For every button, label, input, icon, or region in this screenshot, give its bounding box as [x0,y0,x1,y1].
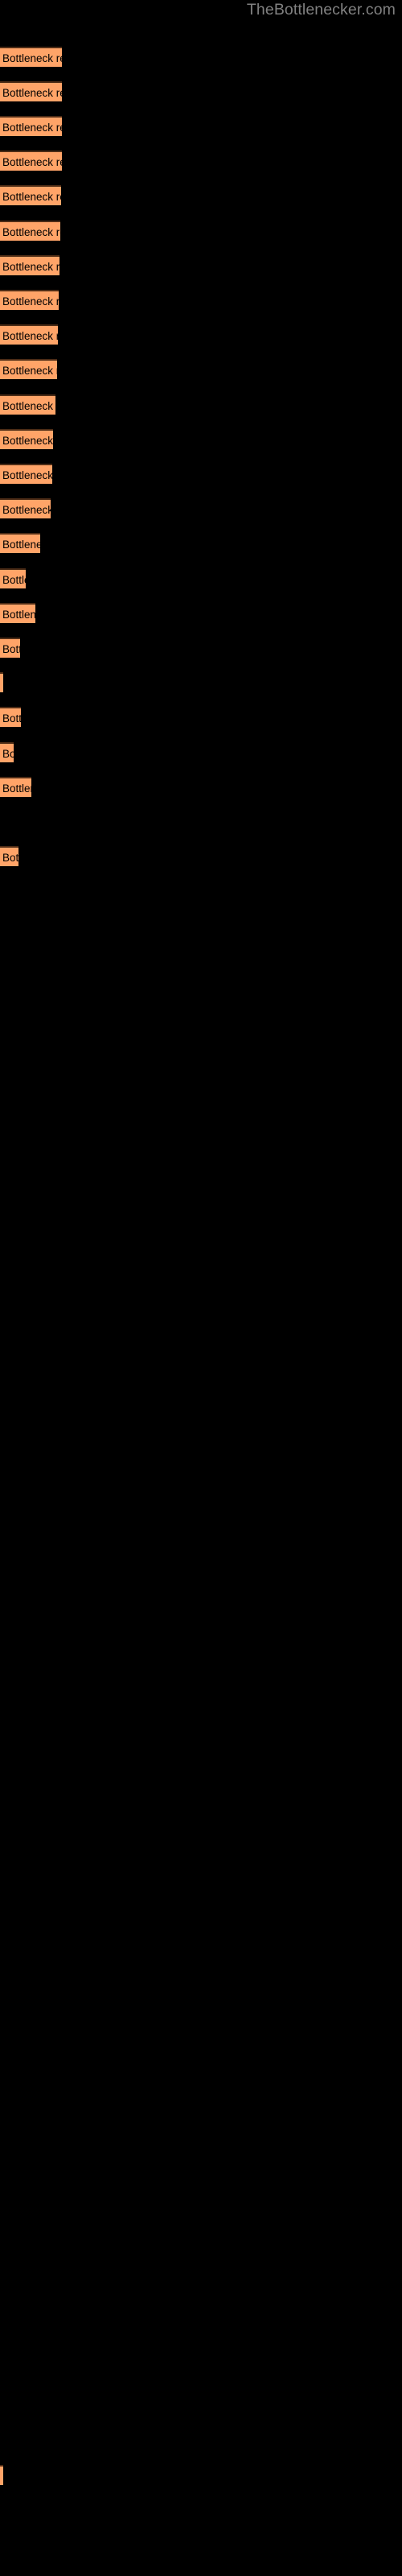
bar[interactable]: Bottleneck result [0,533,40,553]
bar[interactable]: Bottleneck result [0,255,59,275]
bar-label: Bottleneck result [2,156,62,168]
bar-label: Bottleneck result [2,435,53,447]
bar[interactable]: Bottleneck result [0,498,51,518]
bar[interactable]: Bottleneck result [0,359,57,379]
bar[interactable]: Bottleneck result [0,47,62,67]
bar-label: Bottleneck result [2,609,35,621]
bar-label: Bottleneck result [2,469,52,481]
bottleneck-bar-chart: TheBottlenecker.com Bottleneck resultBot… [0,0,402,2576]
bar[interactable]: Bottleneck result [0,221,60,241]
bar[interactable]: Bottleneck result [0,568,26,588]
bar[interactable]: Bottleneck result [0,324,58,345]
bar[interactable]: Bottleneck result [0,777,31,797]
bar[interactable]: Bottleneck result [0,185,61,205]
bar-label: Bottleneck result [2,87,62,99]
bar[interactable]: Bottleneck result [0,429,53,449]
bar[interactable]: Bottleneck result [0,394,55,415]
bar-label: Bottleneck result [2,365,57,377]
bar-label: Bottleneck result [2,539,40,551]
bars-layer: Bottleneck result Bottleneck result Bottle… [0,0,402,2576]
bar[interactable]: Bottleneck result [0,464,52,484]
bar[interactable]: Bottleneck result [0,151,62,171]
bar[interactable]: Bottleneck result [0,290,59,310]
bar-label: Bottleneck result [2,191,61,203]
bar-label: Bottleneck result [2,643,20,655]
bar-label: Bottleneck result [2,748,14,760]
bar[interactable]: Bottleneck result [0,116,62,136]
bar[interactable]: Bottleneck result [0,672,3,692]
bar[interactable]: Bottleneck result [0,707,21,727]
bar-label: Bottleneck result [2,504,51,516]
bar-label: Bottleneck result [2,675,3,692]
bar-label: Bottleneck result [2,330,58,342]
bar[interactable]: Bottleneck result [0,2465,3,2485]
bar[interactable]: Bottleneck result [0,846,18,866]
bar-label: Bottleneck result [2,226,60,238]
bar[interactable]: Bottleneck result [0,638,20,658]
bar-label: Bottleneck result [2,295,59,308]
bar-label: Bottleneck result [2,712,21,724]
bar-label: Bottleneck result [2,782,31,795]
bar-label: Bottleneck result [2,261,59,273]
bar-label: Bottleneck result [2,2468,3,2485]
bar-label: Bottleneck result [2,122,62,134]
bar-label: Bottleneck result [2,574,26,586]
bar[interactable]: Bottleneck result [0,742,14,762]
bar-label: Bottleneck result [2,852,18,864]
bar-label: Bottleneck result [2,400,55,412]
bar[interactable]: Bottleneck result [0,81,62,101]
bar[interactable]: Bottleneck result [0,603,35,623]
bar-label: Bottleneck result [2,52,62,64]
